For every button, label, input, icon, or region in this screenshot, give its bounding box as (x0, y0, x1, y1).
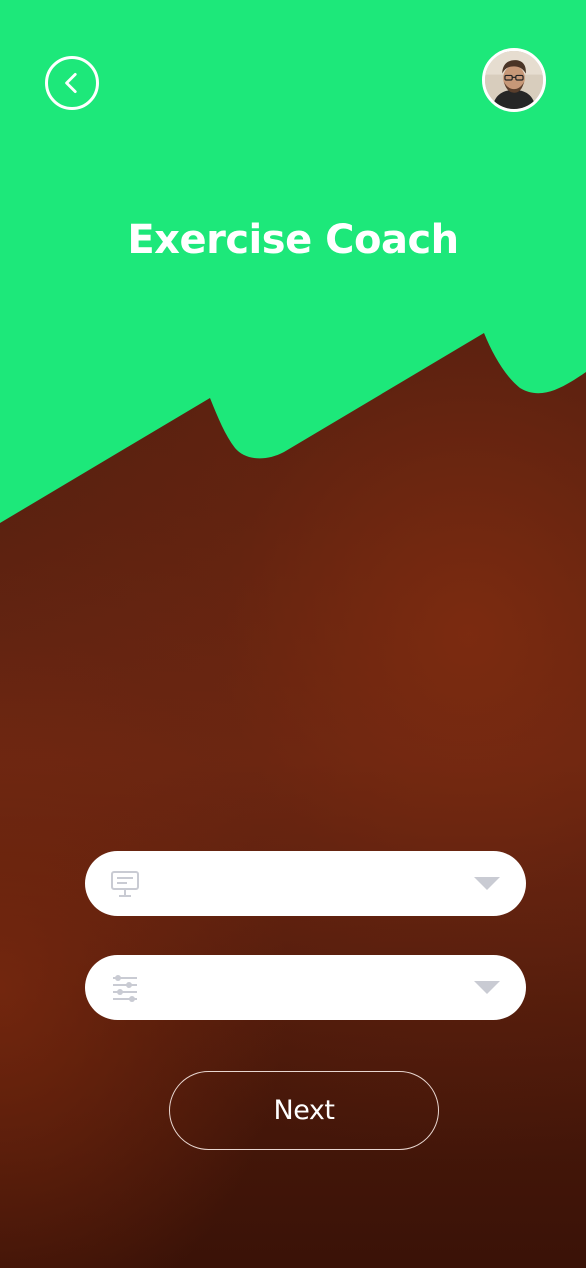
settings-dropdown[interactable] (85, 955, 526, 1020)
program-dropdown[interactable] (85, 851, 526, 916)
chevron-down-icon (474, 981, 500, 994)
monitor-icon (107, 866, 143, 902)
app-screen: Exercise Coach Next (0, 0, 586, 1268)
chevron-down-icon (474, 877, 500, 890)
avatar[interactable] (482, 48, 546, 112)
sliders-icon (107, 970, 143, 1006)
next-button[interactable]: Next (169, 1071, 439, 1150)
chevron-left-icon (65, 72, 77, 94)
back-button[interactable] (45, 56, 99, 110)
page-title: Exercise Coach (127, 217, 459, 263)
user-avatar-icon (485, 51, 543, 109)
